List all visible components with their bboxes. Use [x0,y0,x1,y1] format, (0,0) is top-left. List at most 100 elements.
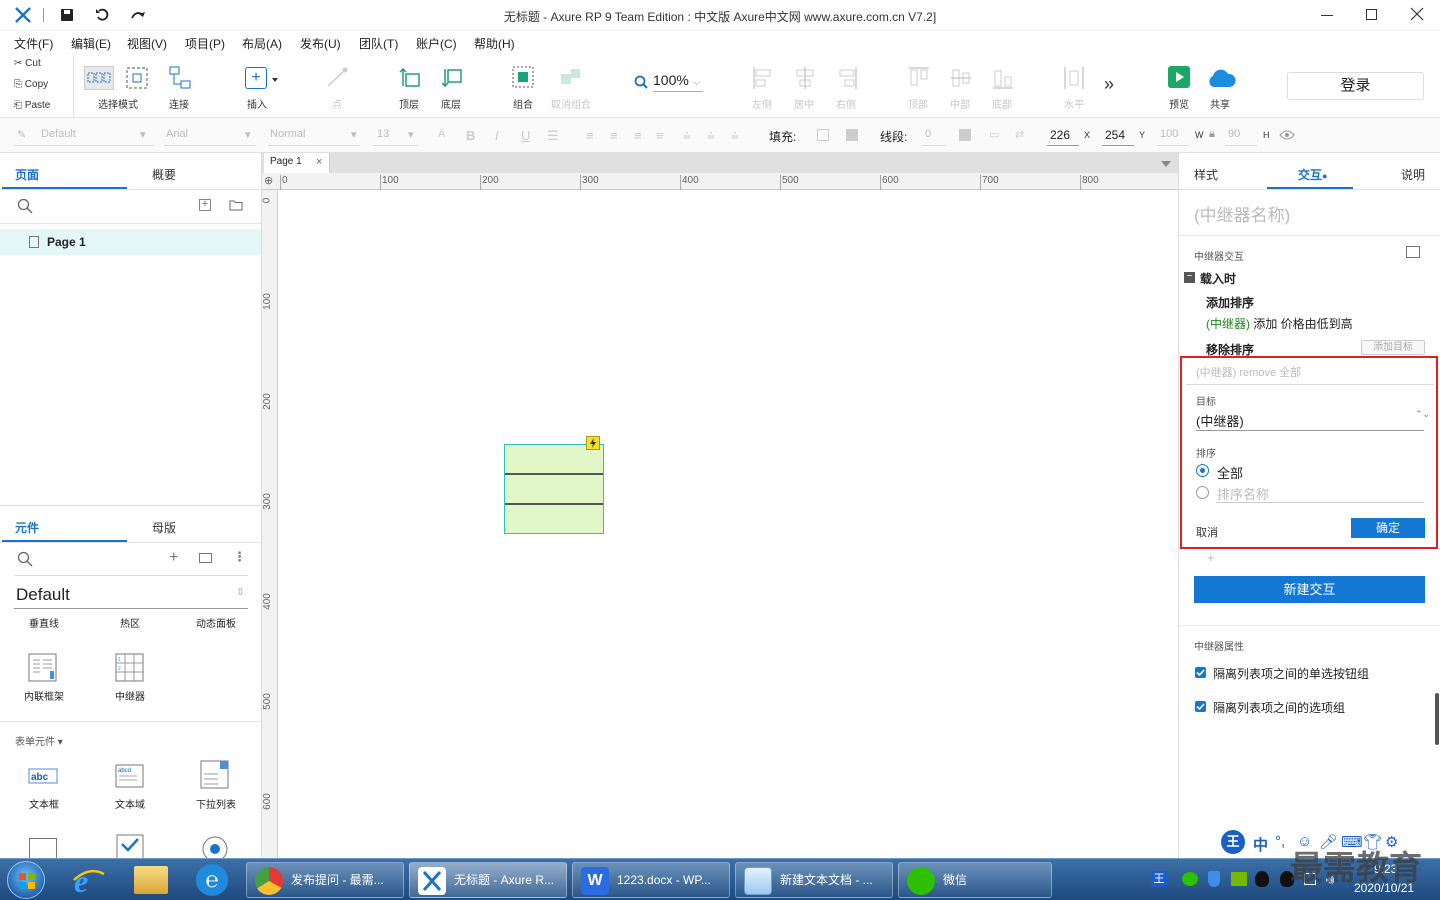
radio-sort-name[interactable] [1196,486,1209,499]
redo-icon[interactable] [130,7,146,23]
expand-interactions-icon[interactable] [1406,246,1420,258]
listbox-icon[interactable] [29,838,57,858]
w-input[interactable]: 100 [1160,128,1178,140]
widget-vline-label[interactable]: 垂直线 [29,615,59,630]
preview-play-icon[interactable] [1168,66,1190,88]
insert-dropdown-icon[interactable] [272,78,278,82]
tray-nvidia-icon[interactable] [1231,872,1247,886]
event-onload[interactable]: 载入时 [1200,270,1236,287]
bring-to-front-icon[interactable] [398,66,422,90]
menu-project[interactable]: 项目(P) [185,35,225,52]
form-section-label[interactable]: 表单元件 ▾ [15,733,63,748]
repeater-icon[interactable]: 12 [115,653,145,683]
interaction-lightning-icon[interactable] [586,436,600,450]
checkbox-isolate-radio-label[interactable]: 隔离列表项之间的单选按钮组 [1213,665,1369,682]
lock-icon[interactable]: 🔒︎ [1209,128,1215,141]
tab-menu-icon[interactable] [1161,161,1171,167]
group-icon[interactable] [512,66,534,90]
add-page-icon[interactable]: + [199,199,211,211]
tray-qq-icon[interactable] [1255,871,1269,887]
task-wps[interactable]: W 1223.docx - WP... [572,862,730,898]
cut-button[interactable]: ✂ Cut [14,58,41,69]
menu-edit[interactable]: 编辑(E) [71,35,111,52]
add-folder-icon[interactable] [229,199,243,211]
tab-notes[interactable]: 说明 [1401,166,1425,183]
widget-repeater-label[interactable]: 中继器 [115,688,145,703]
action-add-sort[interactable]: 添加排序 [1206,294,1254,311]
menu-team[interactable]: 团队(T) [359,35,398,52]
tray-wechat-icon[interactable] [1182,872,1198,886]
font-size-select[interactable]: 13 [377,128,389,140]
visibility-eye-icon[interactable] [1279,129,1295,141]
cancel-button[interactable]: 取消 [1196,524,1218,540]
add-action-plus[interactable]: + [1207,550,1215,565]
insert-plus-icon[interactable]: + [245,67,267,89]
stroke-width-input[interactable]: 0 [925,128,931,140]
start-button[interactable] [7,861,45,899]
tab-outline[interactable]: 概要 [152,166,176,183]
tray-shield-icon[interactable] [1208,871,1220,887]
checkbox-isolate-selection-label[interactable]: 隔离列表项之间的选项组 [1213,699,1345,716]
textarea-icon[interactable]: abcd [115,763,145,789]
task-chrome[interactable]: 发布提问 - 最需... [246,862,404,898]
browser-e-icon[interactable]: ℮ [196,864,228,896]
close-button[interactable] [1410,7,1424,21]
sort-name-input[interactable]: 排序名称 [1217,484,1269,503]
fill-shadow-swatch[interactable] [846,129,858,141]
collapse-event-icon[interactable]: − [1184,272,1195,283]
undo-icon[interactable] [95,7,111,23]
widget-inline-frame-label[interactable]: 内联框架 [24,688,64,703]
ie-icon[interactable]: e [72,864,106,896]
menu-view[interactable]: 视图(V) [127,35,167,52]
select-contain-icon[interactable] [126,67,148,89]
tray-ime-icon[interactable]: 王 [1151,871,1167,887]
library-copy-icon[interactable] [199,553,212,563]
widget-dynamic-panel-label[interactable]: 动态面板 [196,615,236,630]
tab-interactions[interactable]: 交互● [1298,166,1327,183]
more-tools-button[interactable]: » [1104,74,1114,95]
menu-publish[interactable]: 发布(U) [300,35,341,52]
dropdown-list-icon[interactable] [200,760,230,790]
paste-button[interactable]: ⎗ Paste [14,100,50,111]
minimize-button[interactable] [1321,15,1333,16]
radio-all[interactable] [1196,464,1209,477]
page-item[interactable]: Page 1 [0,229,261,255]
task-wechat[interactable]: 微信 [898,862,1052,898]
add-library-icon[interactable]: + [169,549,178,567]
weight-select[interactable]: Normal [270,128,305,140]
library-menu-icon[interactable]: ⋮ [233,549,246,565]
save-icon[interactable] [60,8,74,22]
font-select[interactable]: Arial [166,128,188,140]
connect-icon[interactable] [169,66,191,90]
menu-help[interactable]: 帮助(H) [474,35,515,52]
style-select[interactable]: Default [41,128,76,140]
fill-color-swatch[interactable] [817,129,829,141]
widget-textbox-label[interactable]: 文本框 [29,796,59,811]
ime-logo-icon[interactable]: 王 [1221,830,1245,854]
zoom-select[interactable]: 100% ⌵ [653,72,703,92]
page-tab[interactable]: Page 1 × [264,153,330,173]
radio-all-label[interactable]: 全部 [1217,463,1243,482]
repeater-widget[interactable] [504,444,604,534]
ok-button[interactable]: 确定 [1351,518,1425,538]
widget-textarea-label[interactable]: 文本域 [115,796,145,811]
action-add-sort-detail[interactable]: (中继器) 添加 价格由低到高 [1206,315,1353,332]
x-input[interactable]: 226 [1050,128,1070,142]
ime-punct-icon[interactable]: °, [1275,833,1285,850]
widget-dropdown-label[interactable]: 下拉列表 [196,796,236,811]
y-input[interactable]: 254 [1105,128,1125,142]
menu-file[interactable]: 文件(F) [14,35,53,52]
login-button[interactable]: 登录 [1287,72,1424,100]
library-select[interactable]: Default [16,585,70,605]
explorer-icon[interactable] [134,866,168,894]
textbox-icon[interactable]: abc [28,763,58,789]
inline-frame-icon[interactable] [28,653,58,683]
task-notepad[interactable]: 新建文本文档 - ... [735,862,893,898]
widget-hotspot-label[interactable]: 热区 [120,615,140,630]
widget-search-icon[interactable] [17,551,33,567]
target-select[interactable]: (中继器) [1196,411,1244,430]
radio-icon[interactable] [201,835,229,858]
select-intersect-icon[interactable] [84,66,114,90]
tab-pages[interactable]: 页面 [15,166,39,183]
ime-language[interactable]: 中 [1253,834,1268,855]
